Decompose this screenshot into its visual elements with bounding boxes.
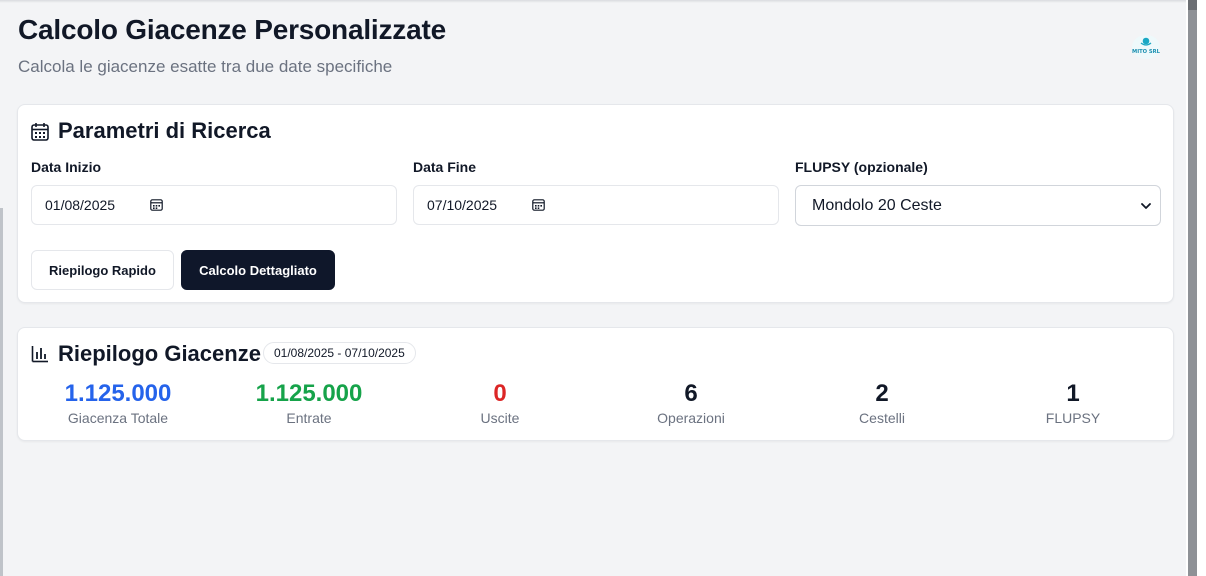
- calendar-picker-icon[interactable]: [532, 198, 545, 211]
- stat-inbound: 1.125.000 Entrate: [209, 380, 409, 426]
- stat-outbound-value: 0: [493, 380, 507, 407]
- stat-total-stock-value: 1.125.000: [64, 380, 172, 407]
- flupsy-selected-value: Mondolo 20 Ceste: [812, 196, 942, 214]
- search-parameters-title: Parametri di Ricerca: [31, 118, 271, 144]
- stat-baskets-value: 2: [875, 380, 889, 407]
- stat-baskets-label: Cestelli: [859, 410, 905, 426]
- stat-total-stock: 1.125.000 Giacenza Totale: [18, 380, 218, 426]
- stock-summary-card: Riepilogo Giacenze 01/08/2025 - 07/10/20…: [17, 327, 1174, 441]
- search-parameters-heading: Parametri di Ricerca: [58, 118, 271, 143]
- stat-flupsy-value: 1: [1066, 380, 1080, 407]
- top-shadow: [0, 0, 1186, 3]
- flupsy-select[interactable]: Mondolo 20 Ceste: [795, 185, 1161, 226]
- stat-flupsy: 1 FLUPSY: [973, 380, 1173, 426]
- end-date-value: 07/10/2025: [427, 197, 498, 213]
- company-logo: MITO SRL: [1131, 34, 1161, 60]
- window-left-edge: [0, 208, 3, 576]
- scrollbar[interactable]: [1188, 0, 1197, 576]
- start-date-input[interactable]: 01/08/2025: [31, 185, 397, 225]
- page-title: Calcolo Giacenze Personalizzate: [18, 14, 446, 45]
- page-subtitle: Calcola le giacenze esatte tra due date …: [18, 57, 393, 76]
- calendar-icon: [31, 122, 49, 141]
- stat-operations-label: Operazioni: [657, 410, 725, 426]
- end-date-label: Data Fine: [413, 159, 477, 175]
- stat-outbound-label: Uscite: [480, 410, 520, 426]
- stat-operations: 6 Operazioni: [591, 380, 791, 426]
- chevron-down-icon: [1141, 203, 1151, 209]
- start-date-label: Data Inizio: [31, 159, 102, 175]
- stat-baskets: 2 Cestelli: [782, 380, 982, 426]
- start-date-value: 01/08/2025: [45, 197, 116, 213]
- end-date-input[interactable]: 07/10/2025: [413, 185, 779, 225]
- stat-flupsy-label: FLUPSY: [1045, 410, 1101, 426]
- bar-chart-icon: [31, 346, 48, 363]
- stat-outbound: 0 Uscite: [400, 380, 600, 426]
- scrollbar-thumb[interactable]: [1188, 0, 1197, 10]
- date-range-badge: 01/08/2025 - 07/10/2025: [263, 342, 416, 364]
- stat-inbound-label: Entrate: [286, 410, 332, 426]
- stock-summary-title: Riepilogo Giacenze: [31, 341, 261, 367]
- flupsy-label: FLUPSY (opzionale): [795, 159, 928, 175]
- stat-inbound-value: 1.125.000: [255, 380, 363, 407]
- svg-text:MITO SRL: MITO SRL: [1132, 49, 1161, 55]
- search-parameters-card: Parametri di Ricerca Data Inizio 01/08/2…: [17, 104, 1174, 303]
- calendar-picker-icon[interactable]: [150, 198, 163, 211]
- quick-summary-button[interactable]: Riepilogo Rapido: [31, 250, 174, 290]
- stat-total-stock-label: Giacenza Totale: [67, 410, 169, 426]
- detailed-calculation-button[interactable]: Calcolo Dettagliato: [181, 250, 335, 290]
- stat-operations-value: 6: [684, 380, 698, 407]
- stock-summary-heading: Riepilogo Giacenze: [58, 341, 261, 366]
